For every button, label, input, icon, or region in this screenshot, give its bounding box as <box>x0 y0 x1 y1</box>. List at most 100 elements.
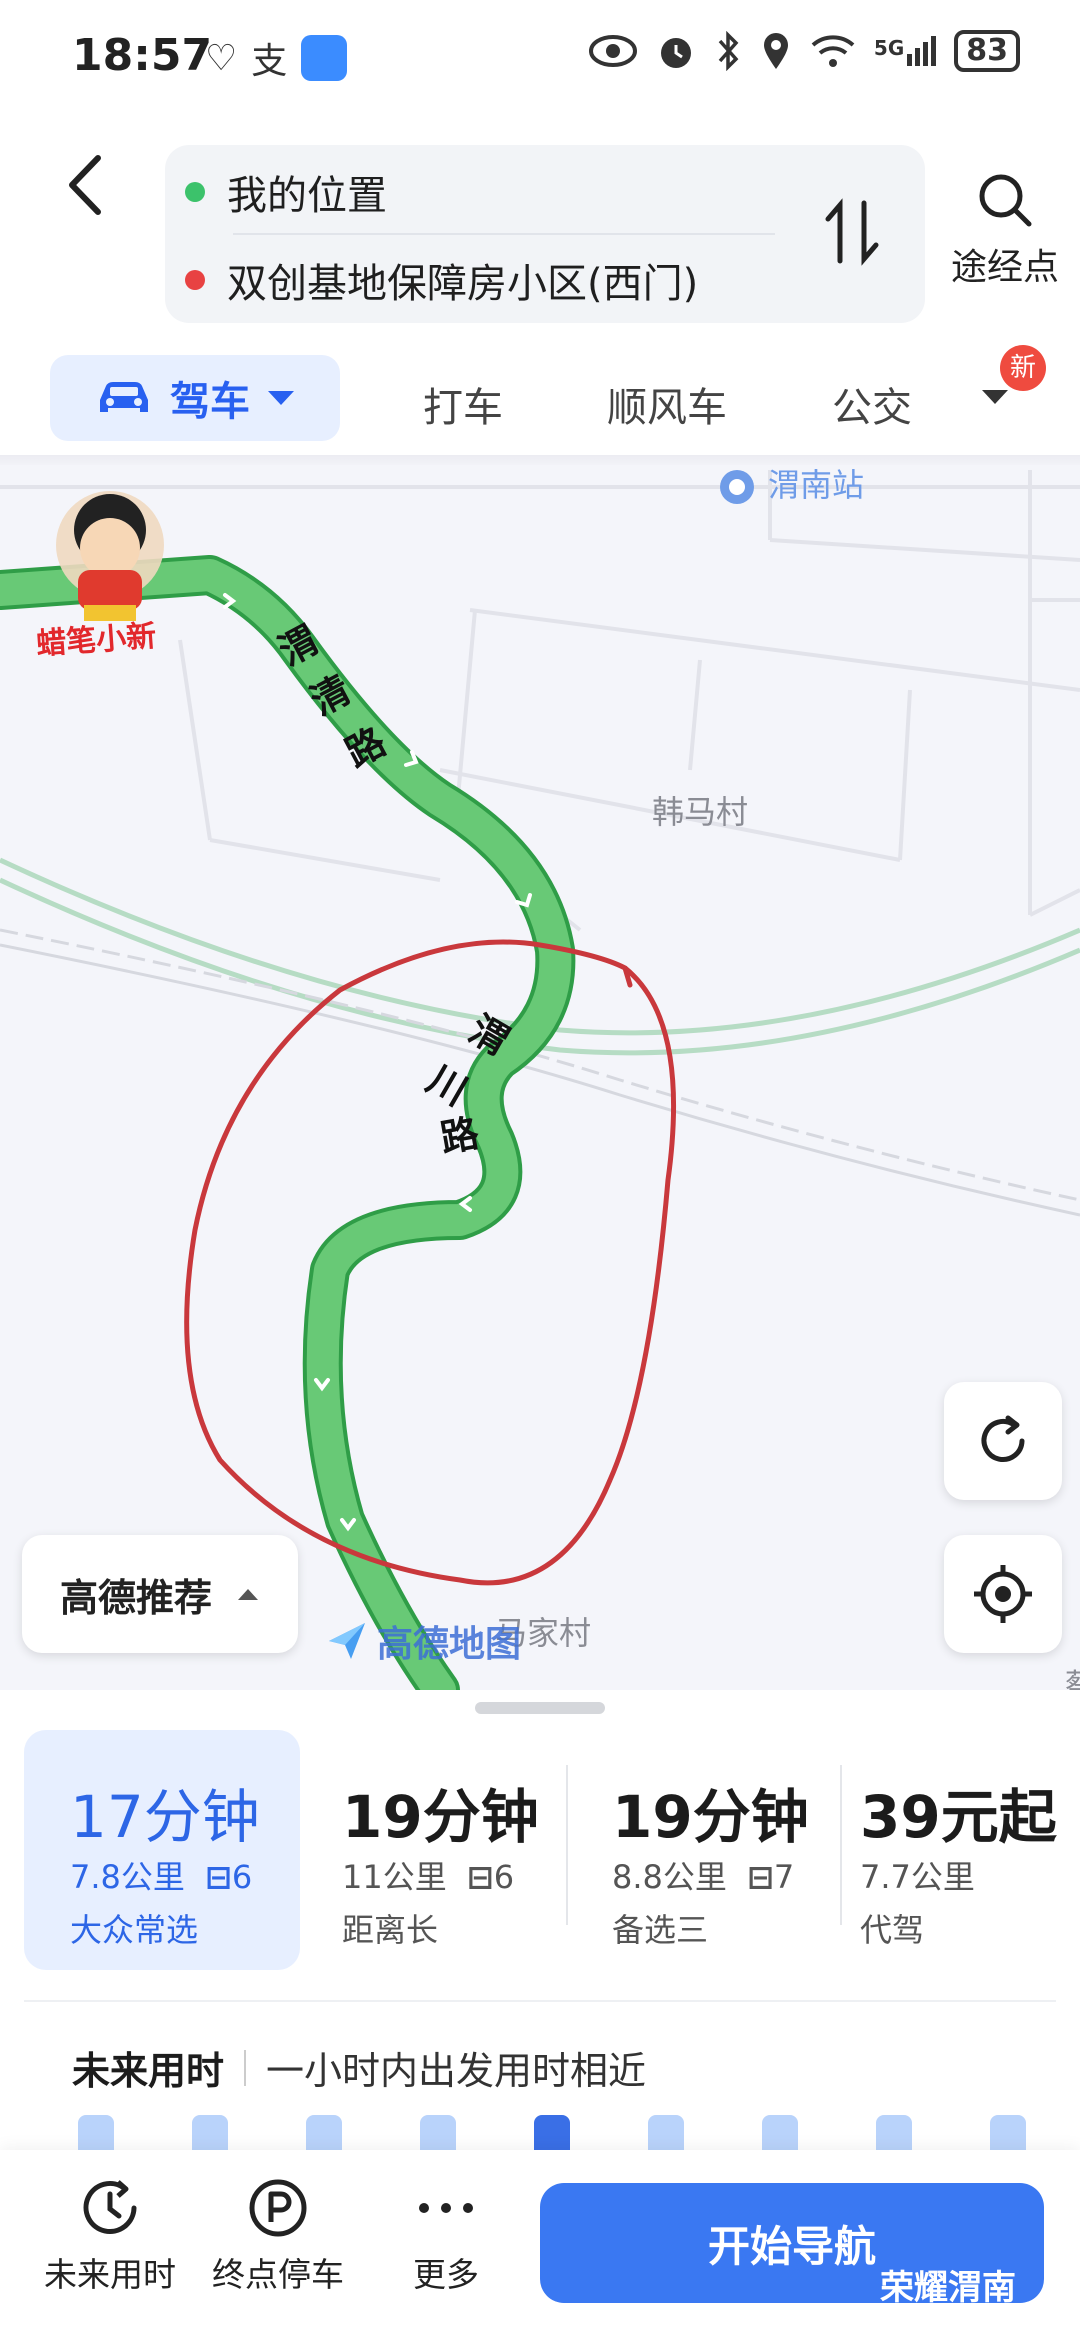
route-distance-lights: 7.8公里 ⊟6 <box>70 1858 253 1896</box>
recommend-label: 高德推荐 <box>59 1575 212 1620</box>
caret-down-icon <box>982 390 1008 404</box>
chevron-left-icon <box>69 155 101 215</box>
swap-arrows-icon <box>825 198 879 266</box>
caret-up-icon <box>238 1589 258 1600</box>
route-option-card[interactable]: 19分钟 11公里 ⊟6 距离长 <box>300 1730 560 1970</box>
time-bar[interactable] <box>420 2115 456 2155</box>
caret-down-icon <box>268 391 294 405</box>
location-icon <box>763 33 788 69</box>
route-option-card[interactable]: 17分钟 7.8公里 ⊟6 大众常选 <box>24 1730 300 1970</box>
future-time-divider <box>244 2049 247 2086</box>
map-canvas <box>0 470 1080 1690</box>
route-tag: 距离长 <box>342 1911 439 1949</box>
status-left-icons: ♡ 支 <box>205 32 348 84</box>
route-distance: 7.7公里 <box>860 1858 975 1896</box>
route-separator <box>566 1765 568 1925</box>
destination-text: 双创基地保障房小区(西门) <box>227 261 699 307</box>
amap-logo: 高德地图 <box>325 1615 521 1667</box>
waypoint-label: 途经点 <box>950 247 1059 288</box>
destination-parking-label: 终点停车 <box>212 2255 344 2294</box>
more-dots-icon <box>419 2203 473 2213</box>
bluetooth-icon <box>718 31 739 71</box>
traffic-light-icon: ⊟ <box>466 1858 494 1896</box>
route-tag: 代驾 <box>860 1911 925 1949</box>
signal-5g-icon: 5G <box>874 36 937 66</box>
new-badge: 新 <box>1000 345 1046 391</box>
route-price: 39元起 <box>860 1783 1057 1851</box>
tab-driving-label: 驾车 <box>170 379 250 425</box>
back-button[interactable] <box>60 150 120 230</box>
route-time: 19分钟 <box>342 1783 539 1851</box>
destination-dot-icon <box>185 270 205 290</box>
heart-icon: ♡ <box>205 37 238 79</box>
future-time-button-label: 未来用时 <box>44 2255 176 2294</box>
more-button-label: 更多 <box>413 2255 479 2294</box>
future-time-subtitle: 一小时内出发用时相近 <box>266 2049 647 2093</box>
wifi-icon <box>811 35 855 67</box>
waypoint-button[interactable]: 途经点 <box>945 170 1065 290</box>
more-modes-button[interactable] <box>980 380 1010 415</box>
sticker-label: 蜡笔小新 <box>35 618 158 663</box>
time-bar[interactable] <box>306 2115 342 2155</box>
tab-carpool[interactable]: 顺风车 <box>607 375 727 433</box>
map-label-station[interactable]: 渭南站 <box>768 465 864 506</box>
amap-logo-icon <box>329 1623 365 1659</box>
future-time-header: 未来用时 一小时内出发用时相近 <box>72 2040 646 2095</box>
route-option-card[interactable]: 39元起 7.7公里 代驾 <box>820 1730 1070 1970</box>
amap-logo-text: 高德地图 <box>377 1624 522 1665</box>
destination-field[interactable]: 双创基地保障房小区(西门) <box>185 251 698 309</box>
status-bar: 18:57 ♡ 支 5G 83 <box>0 0 1080 120</box>
route-tag: 备选三 <box>612 1911 709 1949</box>
traffic-light-icon: ⊟ <box>747 1858 774 1896</box>
map-label-edge: 蔡 <box>1065 1660 1080 1690</box>
map-view[interactable]: 渭南站 韩马村 马家村 蔡 蜡笔小新 渭 清 路 渭 川 路 <box>0 465 1080 1690</box>
battery-indicator: 83 <box>954 30 1020 72</box>
route-distance-lights: 11公里 ⊟6 <box>342 1858 515 1896</box>
map-label-village[interactable]: 韩马村 <box>652 787 748 833</box>
transport-mode-tabs: 驾车 打车 顺风车 公交 <box>0 345 1080 455</box>
time-bar[interactable] <box>876 2115 912 2155</box>
app-notification-icon <box>301 35 348 81</box>
locate-button[interactable] <box>944 1535 1062 1653</box>
route-time: 19分钟 <box>612 1783 809 1851</box>
origin-field[interactable]: 我的位置 <box>185 163 387 221</box>
refresh-button[interactable] <box>944 1382 1062 1500</box>
time-bar[interactable] <box>192 2115 228 2155</box>
watermark-text: 荣耀渭南 <box>880 2268 1016 2308</box>
tab-driving[interactable]: 驾车 <box>50 355 340 441</box>
origin-text: 我的位置 <box>227 173 387 219</box>
route-distance-lights: 8.8公里 ⊟7 <box>612 1858 795 1896</box>
route-tag: 大众常选 <box>70 1911 199 1949</box>
future-time-button[interactable]: 未来用时 <box>30 2168 190 2296</box>
route-option-card[interactable]: 19分钟 8.8公里 ⊟7 备选三 <box>570 1730 830 1970</box>
tab-transit[interactable]: 公交 <box>832 375 912 433</box>
crosshair-locate-icon <box>974 1565 1032 1623</box>
alarm-icon <box>660 38 691 68</box>
time-bar[interactable] <box>534 2115 570 2155</box>
destination-parking-button[interactable]: 终点停车 <box>198 2168 358 2296</box>
time-bar[interactable] <box>990 2115 1026 2155</box>
status-right-icons: 5G 83 <box>588 30 1020 72</box>
time-bar[interactable] <box>78 2115 114 2155</box>
sheet-drag-handle[interactable] <box>475 1702 605 1714</box>
more-button[interactable]: 更多 <box>366 2168 526 2296</box>
section-divider <box>24 2000 1056 2002</box>
alipay-icon: 支 <box>251 41 288 82</box>
route-divider <box>233 233 775 235</box>
swap-button[interactable] <box>824 197 880 278</box>
route-time: 17分钟 <box>70 1783 260 1851</box>
future-time-title: 未来用时 <box>72 2049 225 2093</box>
search-icon <box>979 174 1032 227</box>
eye-icon <box>588 35 637 67</box>
status-time: 18:57 <box>72 30 213 81</box>
recommend-dropdown[interactable]: 高德推荐 <box>22 1535 298 1653</box>
tab-taxi[interactable]: 打车 <box>423 375 503 433</box>
origin-dot-icon <box>185 182 205 202</box>
time-bar[interactable] <box>648 2115 684 2155</box>
route-input-box: 我的位置 双创基地保障房小区(西门) <box>165 145 925 323</box>
traffic-light-icon: ⊟ <box>205 1858 232 1896</box>
refresh-icon <box>981 1415 1025 1462</box>
time-bar[interactable] <box>762 2115 798 2155</box>
future-time-bars[interactable] <box>60 2115 1040 2155</box>
parking-icon <box>249 2179 307 2237</box>
